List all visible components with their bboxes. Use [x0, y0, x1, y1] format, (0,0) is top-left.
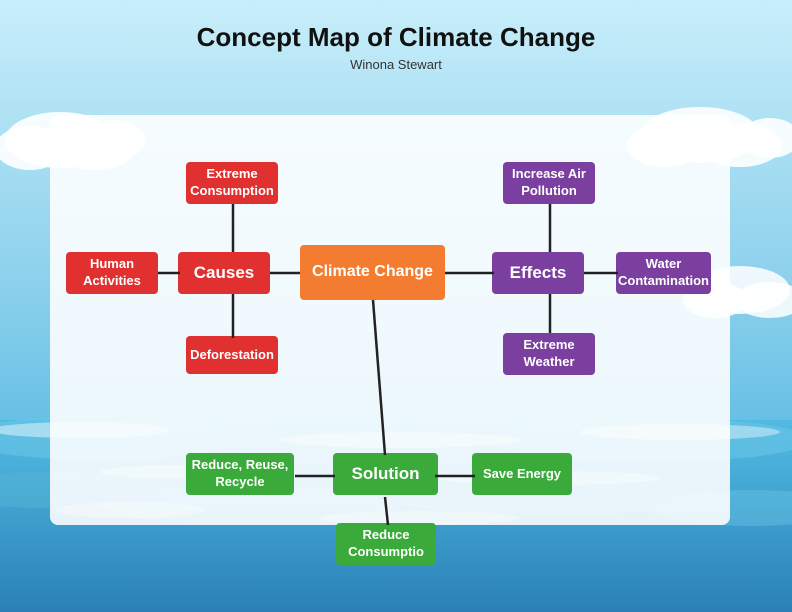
- effects-box: Effects: [492, 252, 584, 294]
- causes-box: Causes: [178, 252, 270, 294]
- water-contamination-box: Water Contamination: [616, 252, 711, 294]
- deforestation-box: Deforestation: [186, 336, 278, 374]
- climate-change-box: Climate Change: [300, 245, 445, 300]
- page-title: Concept Map of Climate Change: [0, 0, 792, 53]
- page-subtitle: Winona Stewart: [0, 57, 792, 72]
- save-energy-box: Save Energy: [472, 453, 572, 495]
- solution-box: Solution: [333, 453, 438, 495]
- reduce-reuse-box: Reduce, Reuse, Recycle: [186, 453, 294, 495]
- increase-air-pollution-box: Increase Air Pollution: [503, 162, 595, 204]
- extreme-consumption-box: Extreme Consumption: [186, 162, 278, 204]
- extreme-weather-box: Extreme Weather: [503, 333, 595, 375]
- human-activities-box: Human Activities: [66, 252, 158, 294]
- reduce-consumption-box: Reduce Consumptio: [336, 523, 436, 565]
